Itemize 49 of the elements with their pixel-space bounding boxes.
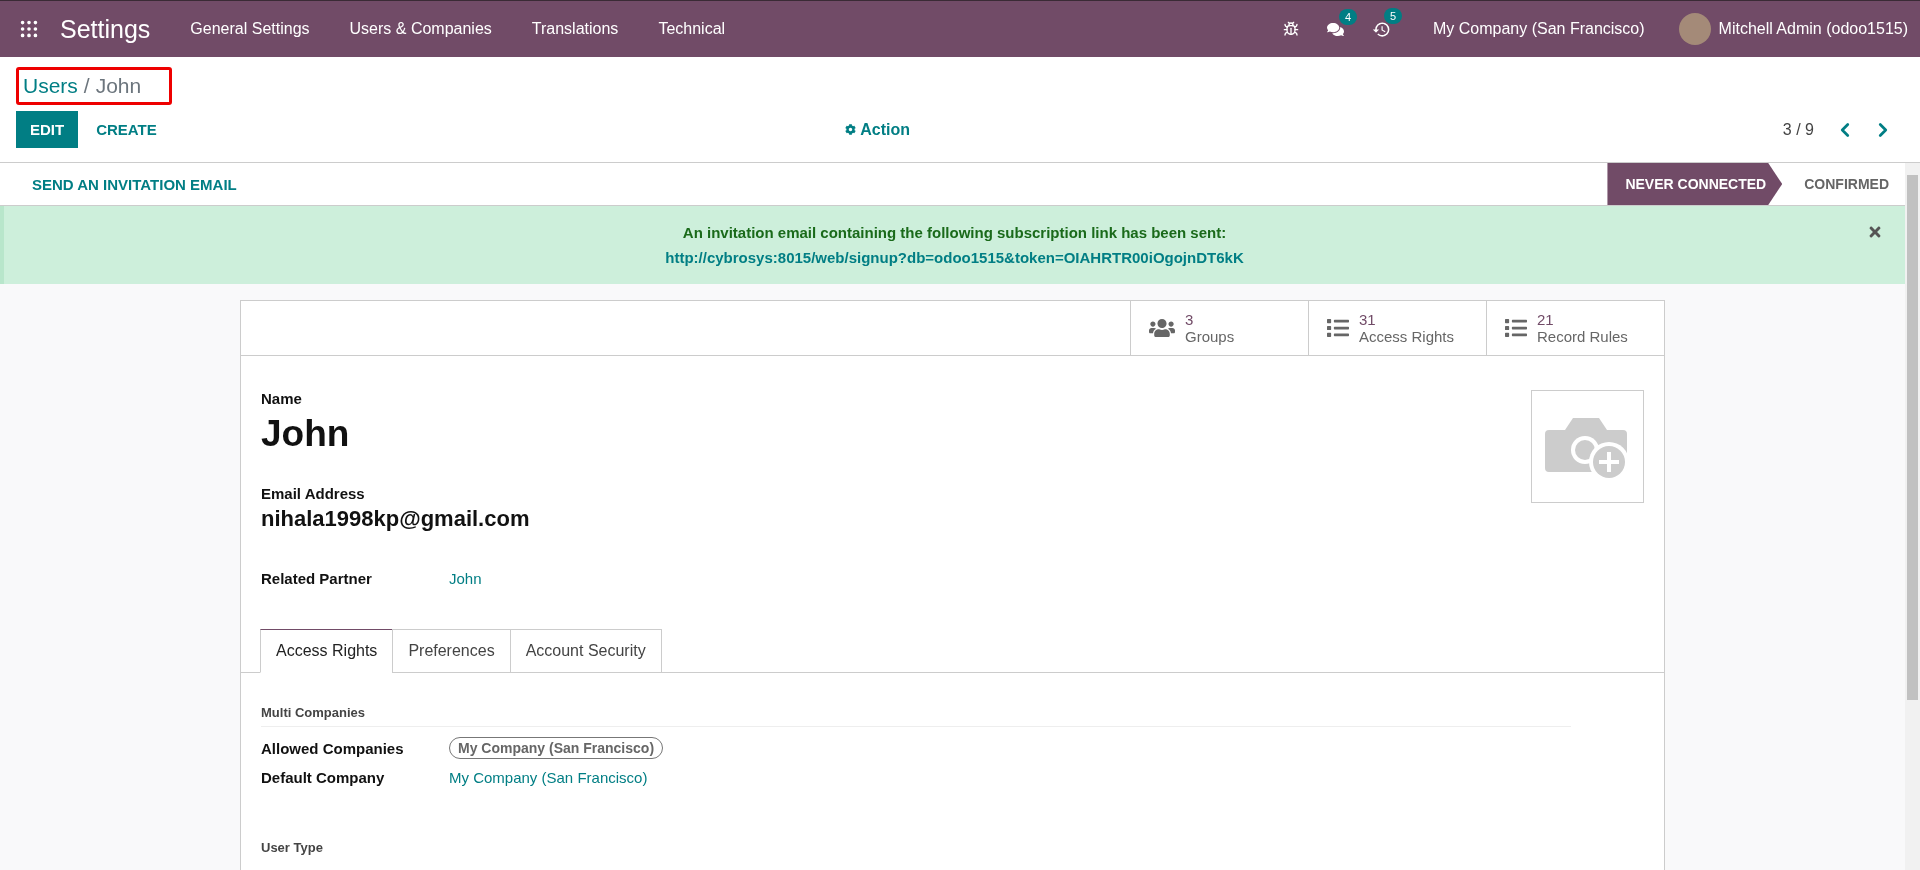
user-menu[interactable]: Mitchell Admin (odoo1515) — [1718, 20, 1908, 38]
field-label: Name — [261, 390, 303, 407]
gear-icon — [845, 124, 857, 135]
smart-button-count: 21 — [1537, 311, 1555, 328]
activity-count-badge: 5 — [1383, 7, 1403, 24]
user-name: John — [261, 413, 351, 455]
form-tab[interactable]: Account Security — [509, 629, 662, 673]
alert-message: An invitation email containing the following subscription link has been sent: — [681, 223, 1228, 243]
smart-button-count: 3 — [1185, 311, 1195, 328]
breadcrumb-current: John — [95, 74, 142, 98]
partner-link[interactable]: John — [449, 570, 482, 587]
field-label: Email Address — [261, 485, 366, 502]
status-stage[interactable]: NEVER CONNECTED — [1607, 163, 1783, 205]
company-switcher[interactable]: My Company (San Francisco) — [1432, 20, 1645, 38]
list-icon — [1505, 317, 1527, 339]
edit-button[interactable]: EDIT — [16, 111, 79, 148]
chat-icon[interactable] — [1326, 20, 1344, 38]
apps-menu-icon[interactable] — [18, 18, 40, 40]
field-label: Allowed Companies — [261, 739, 405, 757]
message-count-badge: 4 — [1338, 8, 1358, 25]
scrollbar[interactable] — [1905, 163, 1920, 870]
app-title: Settings — [60, 14, 151, 44]
breadcrumb-separator: / — [83, 74, 90, 98]
smart-button-label: Groups — [1185, 328, 1235, 345]
menu-item[interactable]: Users & Companies — [349, 20, 492, 38]
menu-item[interactable]: Translations — [531, 20, 619, 38]
breadcrumb-link[interactable]: Users — [23, 74, 78, 98]
create-button[interactable]: CREATE — [82, 111, 171, 148]
section-title: Multi Companies — [261, 705, 1571, 727]
smart-button-count: 31 — [1359, 311, 1377, 328]
clock-icon[interactable] — [1371, 19, 1391, 39]
form-tab[interactable]: Access Rights — [260, 629, 394, 673]
menu-item[interactable]: Technical — [658, 20, 726, 38]
field-label: Default Company — [261, 769, 386, 786]
smart-button-label: Record Rules — [1537, 328, 1628, 345]
section-title: User Type — [261, 840, 324, 855]
send-invitation-button[interactable]: SEND AN INVITATION EMAIL — [16, 167, 253, 201]
pager-counter: 3 / 9 — [1782, 120, 1814, 139]
bug-icon[interactable] — [1282, 21, 1299, 37]
form-tab[interactable]: Preferences — [392, 629, 511, 673]
menu-item[interactable]: General Settings — [190, 20, 310, 38]
signup-link[interactable]: http://cybrosys:8015/web/signup?db=odoo1515&token=OIAHRTR00iOgojnDT6kK — [665, 245, 1244, 270]
action-button[interactable]: Action — [839, 119, 917, 140]
smart-button-label: Access Rights — [1359, 328, 1455, 345]
company-link[interactable]: My Company (San Francisco) — [449, 769, 648, 786]
field-label: Related Partner — [261, 570, 373, 587]
email-value: nihala1998kp@gmail.com — [261, 506, 530, 532]
close-icon[interactable] — [1867, 224, 1883, 240]
list-icon — [1327, 317, 1349, 339]
